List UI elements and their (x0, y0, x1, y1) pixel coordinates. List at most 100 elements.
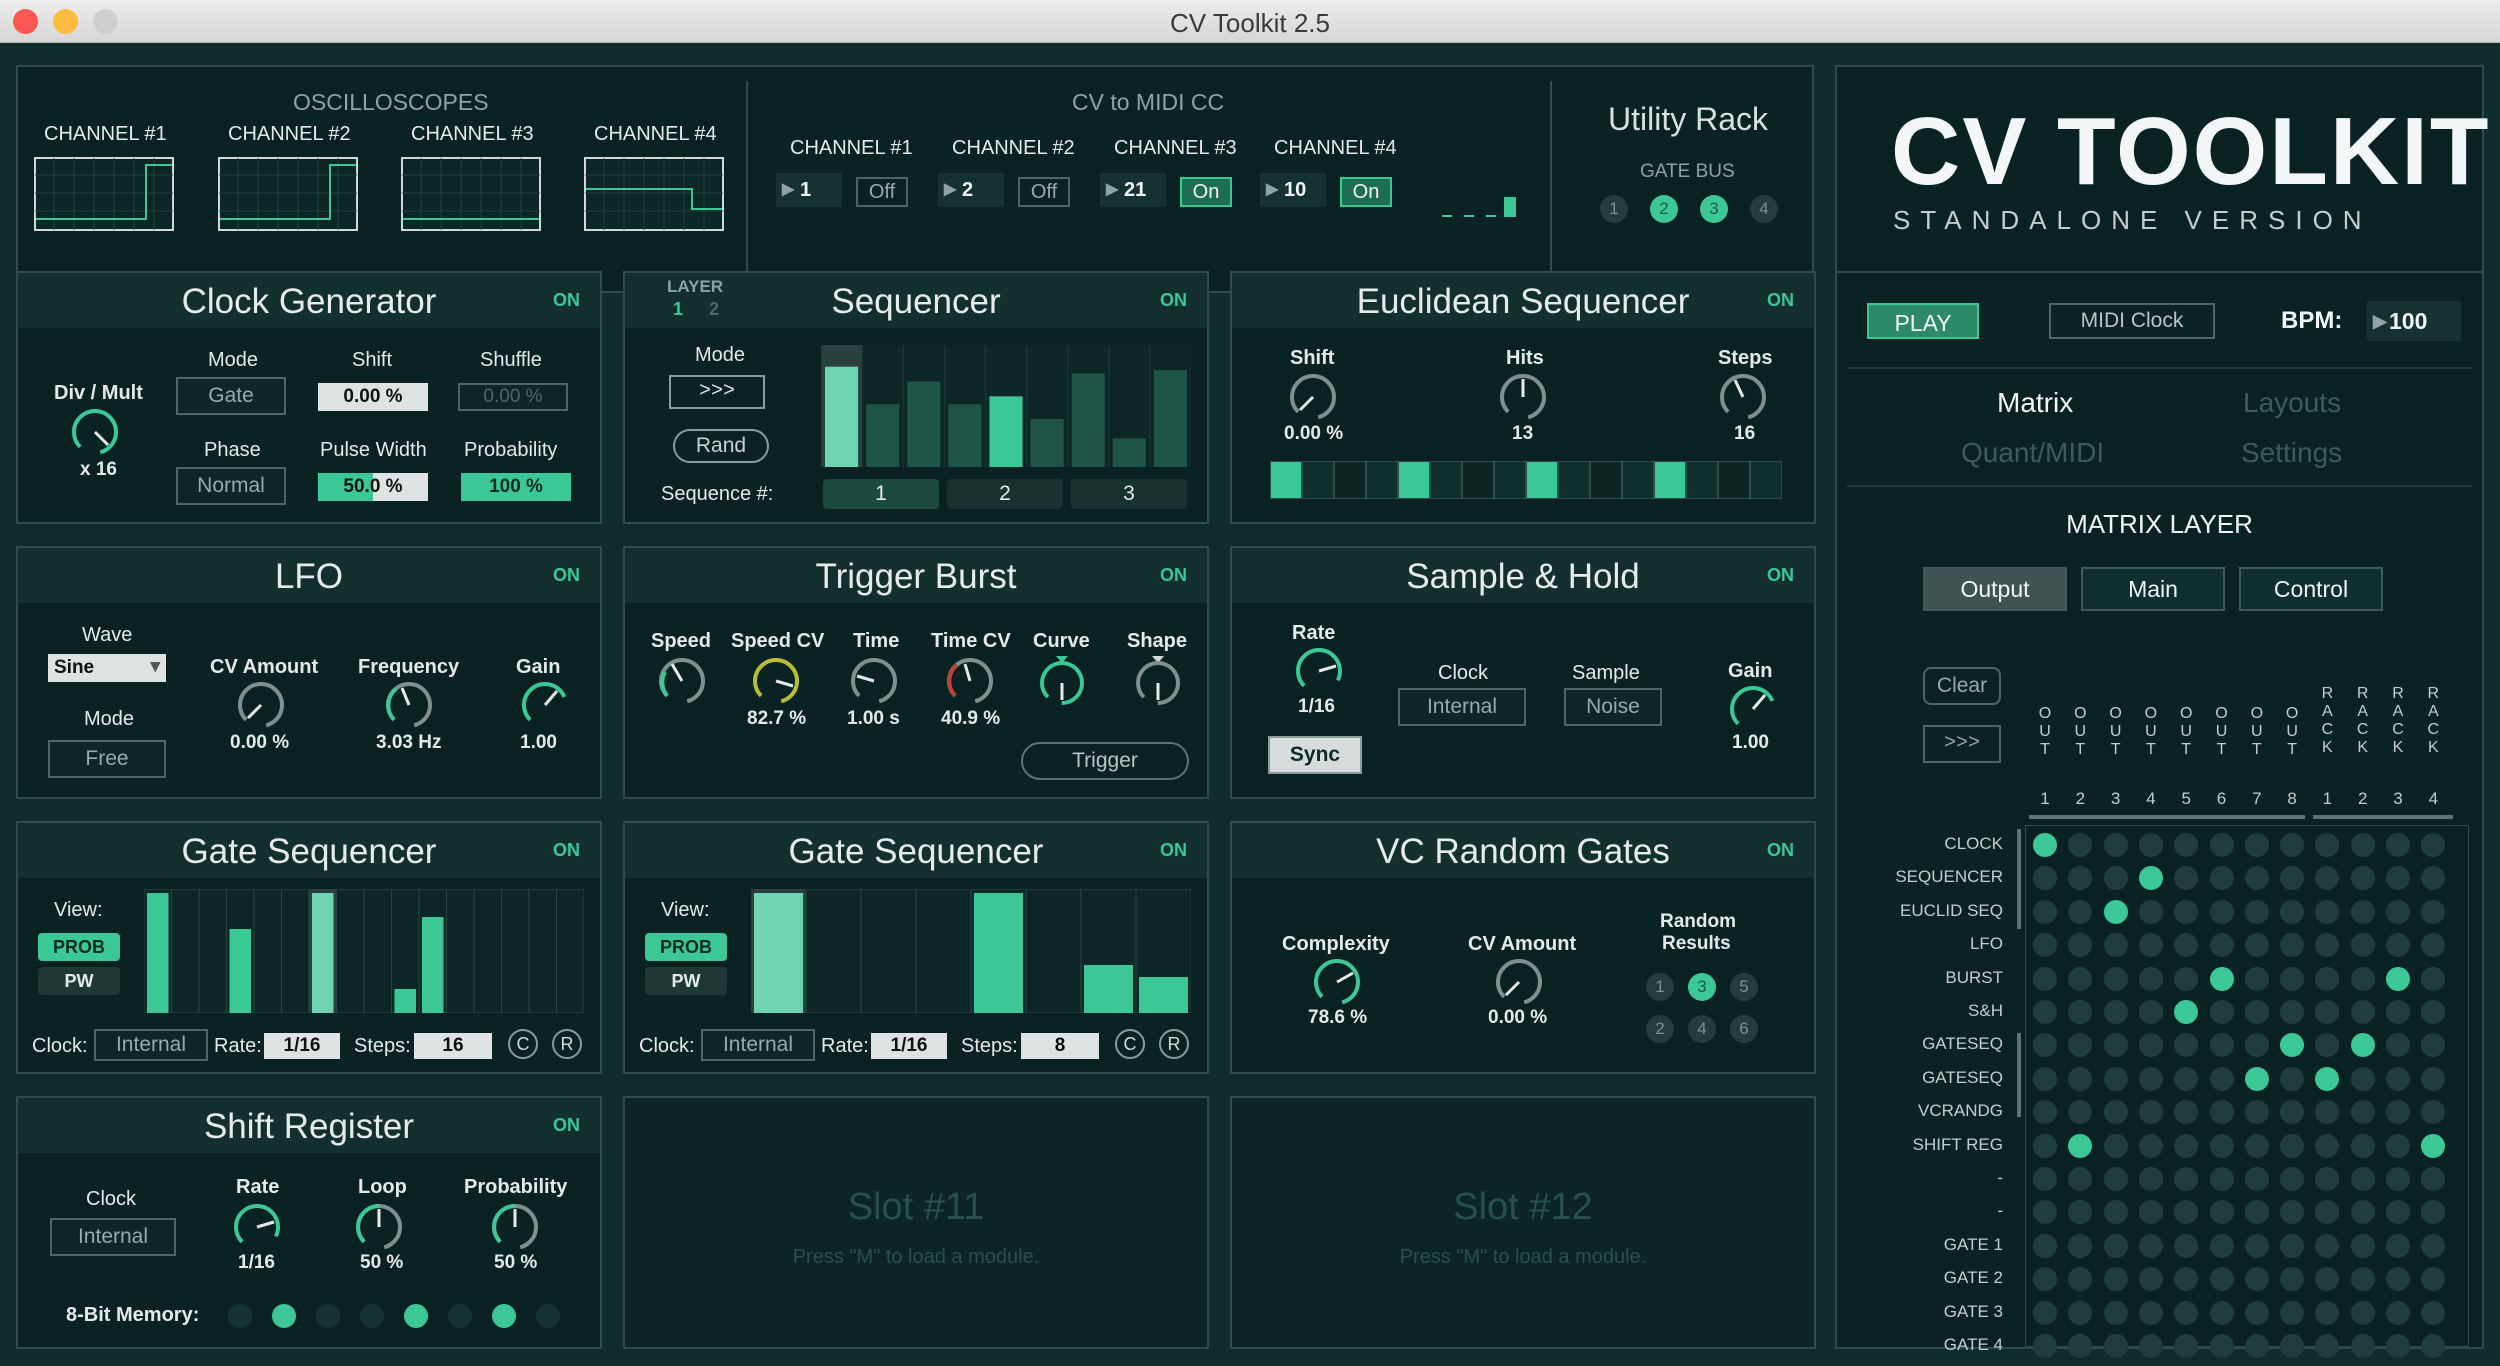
matrix-node[interactable] (2209, 1233, 2234, 1258)
matrix-node[interactable] (2174, 1233, 2199, 1258)
midi-state-toggle[interactable]: On (1180, 177, 1232, 207)
euclid-step[interactable] (1462, 461, 1494, 499)
sequencer-step[interactable] (1030, 419, 1064, 467)
matrix-node[interactable] (2244, 1100, 2269, 1125)
gs1-clock-select[interactable]: Internal (94, 1029, 208, 1061)
sequencer-step[interactable] (825, 366, 859, 467)
matrix-node[interactable] (2103, 899, 2128, 924)
matrix-node[interactable] (2138, 833, 2163, 857)
speed-cv-knob[interactable] (751, 656, 801, 706)
matrix-node[interactable] (2103, 1233, 2128, 1258)
sequencer-step[interactable] (1071, 373, 1105, 467)
matrix-node[interactable] (2138, 1133, 2163, 1158)
matrix-node[interactable] (2280, 899, 2305, 924)
matrix-node[interactable] (2138, 1000, 2163, 1024)
matrix-node[interactable] (2244, 833, 2269, 857)
matrix-node[interactable] (2244, 1334, 2269, 1358)
matrix-node[interactable] (2033, 1133, 2057, 1158)
euclid-step[interactable] (1302, 461, 1334, 499)
matrix-node[interactable] (2138, 933, 2163, 958)
midi-cc-field[interactable]: ▶ 2 (938, 173, 1004, 207)
matrix-node[interactable] (2350, 1300, 2375, 1325)
midi-clock-button[interactable]: MIDI Clock (2049, 303, 2215, 339)
matrix-node[interactable] (2421, 1133, 2446, 1158)
matrix-node[interactable] (2386, 933, 2410, 958)
nav-quant-midi[interactable]: Quant/MIDI (1961, 437, 2104, 469)
lfo-gain-knob[interactable] (520, 680, 570, 730)
matrix-node[interactable] (2280, 1167, 2305, 1191)
div-mult-knob[interactable] (70, 407, 120, 457)
matrix-node[interactable] (2068, 1300, 2093, 1325)
matrix-node[interactable] (2421, 1233, 2446, 1258)
matrix-node[interactable] (2033, 1000, 2057, 1024)
matrix-node[interactable] (2103, 1000, 2128, 1024)
matrix-node[interactable] (2280, 1000, 2305, 1024)
euclid-step[interactable] (1398, 461, 1430, 499)
midi-state-toggle[interactable]: On (1340, 177, 1392, 207)
sample-select[interactable]: Noise (1564, 688, 1662, 726)
matrix-node[interactable] (2209, 1267, 2234, 1292)
matrix-tab-control[interactable]: Control (2239, 567, 2383, 611)
pulse-width-field[interactable]: 50.0 % (318, 473, 428, 501)
complexity-knob[interactable] (1312, 957, 1362, 1007)
matrix-node[interactable] (2280, 1300, 2305, 1325)
matrix-node[interactable] (2244, 899, 2269, 924)
matrix-node[interactable] (2244, 1133, 2269, 1158)
gate-step[interactable] (1084, 965, 1133, 1013)
gs1-steps[interactable] (144, 889, 584, 1013)
euclid-step[interactable] (1494, 461, 1526, 499)
matrix-node[interactable] (2174, 1334, 2199, 1358)
gs1-prob-button[interactable]: PROB (38, 933, 120, 961)
matrix-node[interactable] (2386, 1000, 2410, 1024)
bpm-field[interactable]: ▶ 100 (2367, 301, 2461, 341)
seq-mode-button[interactable]: >>> (669, 375, 765, 409)
matrix-node[interactable] (2033, 833, 2057, 857)
matrix-node[interactable] (2174, 899, 2199, 924)
matrix-node[interactable] (2350, 833, 2375, 857)
gs2-pw-button[interactable]: PW (645, 967, 727, 995)
sr-rate-knob[interactable] (232, 1202, 282, 1252)
sequencer-step[interactable] (866, 404, 900, 467)
gate-step[interactable] (1139, 977, 1188, 1013)
matrix-node[interactable] (2421, 899, 2446, 924)
euclid-step[interactable] (1270, 461, 1302, 499)
matrix-node[interactable] (2174, 1167, 2199, 1191)
matrix-node[interactable] (2244, 1066, 2269, 1091)
matrix-node[interactable] (2280, 1066, 2305, 1091)
gate-seq-1-on[interactable]: ON (553, 840, 580, 861)
gs1-pw-button[interactable]: PW (38, 967, 120, 995)
sequencer-step[interactable] (907, 381, 941, 468)
trigger-burst-on[interactable]: ON (1160, 565, 1187, 586)
sr-clock-select[interactable]: Internal (50, 1218, 176, 1256)
shape-knob[interactable] (1133, 656, 1183, 706)
gate-step[interactable] (229, 929, 252, 1013)
euclid-step[interactable] (1750, 461, 1782, 499)
sequencer-step[interactable] (989, 396, 1023, 467)
slot-11-panel[interactable]: Slot #11 Press "M" to load a module. (623, 1096, 1209, 1349)
euclid-step[interactable] (1622, 461, 1654, 499)
gate-step[interactable] (312, 893, 334, 1013)
sh-gain-knob[interactable] (1728, 684, 1778, 734)
matrix-node[interactable] (2280, 1334, 2305, 1358)
sample-hold-on[interactable]: ON (1767, 565, 1794, 586)
sync-button[interactable]: Sync (1268, 736, 1362, 774)
gate-step[interactable] (394, 989, 417, 1013)
matrix-node[interactable] (2209, 866, 2234, 891)
layer-2-button[interactable]: 2 (709, 299, 719, 320)
matrix-node[interactable] (2174, 1300, 2199, 1325)
curve-knob[interactable] (1037, 656, 1087, 706)
shift-field[interactable]: 0.00 % (318, 383, 428, 411)
gate-bus-dot[interactable]: 2 (1650, 195, 1678, 223)
matrix-node[interactable] (2244, 933, 2269, 958)
matrix-node[interactable] (2138, 966, 2163, 991)
matrix-node[interactable] (2174, 833, 2199, 857)
matrix-node[interactable] (2138, 1167, 2163, 1191)
euclid-step[interactable] (1558, 461, 1590, 499)
matrix-node[interactable] (2350, 1100, 2375, 1125)
matrix-node[interactable] (2068, 899, 2093, 924)
matrix-node[interactable] (2280, 966, 2305, 991)
matrix-node[interactable] (2138, 899, 2163, 924)
matrix-node[interactable] (2103, 1066, 2128, 1091)
gate-bus-dot[interactable]: 1 (1600, 195, 1628, 223)
matrix-node[interactable] (2209, 1066, 2234, 1091)
